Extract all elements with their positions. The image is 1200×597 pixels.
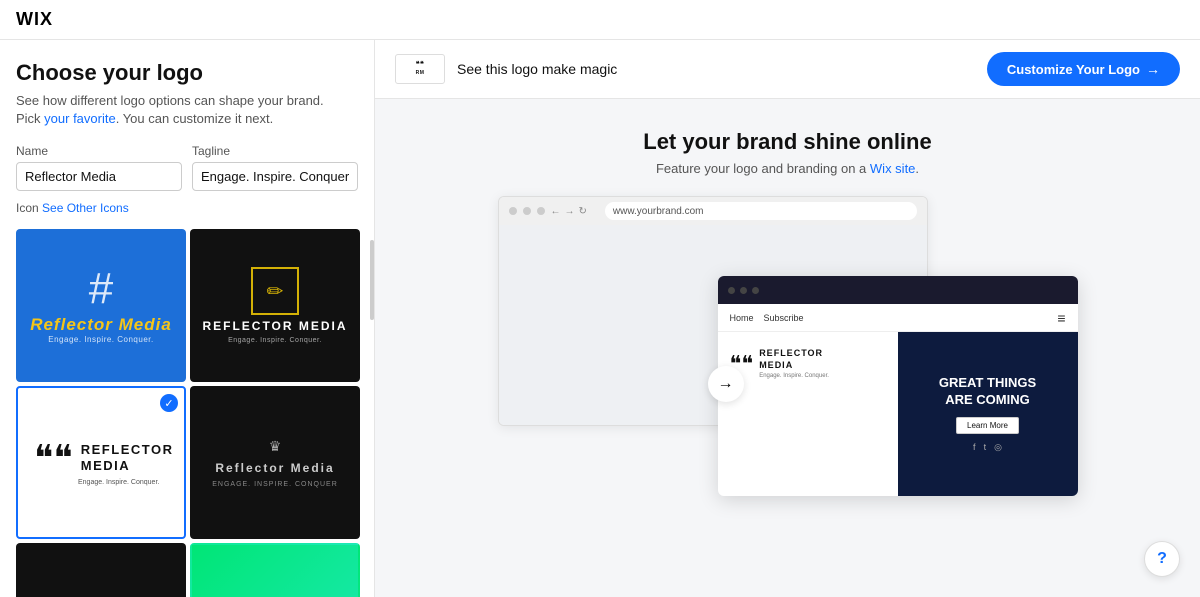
page-title: Choose your logo [16, 60, 358, 86]
website-headline: GREAT THINGS ARE COMING [939, 375, 1036, 409]
see-other-icons-link[interactable]: See Other Icons [42, 201, 129, 215]
back-icon[interactable]: ← [551, 206, 561, 217]
browser-mockup-container: ← → ↻ www.yourbrand.com → [498, 196, 1078, 536]
headline-line1: GREAT THINGS [939, 375, 1036, 390]
card2-tagline: Engage. Inspire. Conquer. [228, 337, 322, 344]
tagline-group: Tagline [192, 144, 358, 191]
card2-icon [251, 267, 299, 315]
tagline-input[interactable] [192, 162, 358, 191]
brand-subline-text1: Feature your logo and branding on a [656, 161, 870, 176]
icon-row: Icon See Other Icons [16, 201, 358, 215]
customize-logo-button[interactable]: Customize Your Logo → [987, 52, 1180, 86]
website-nav-links: Home Subscribe [730, 313, 804, 323]
nav-subscribe[interactable]: Subscribe [764, 313, 804, 323]
main-layout: Choose your logo See how different logo … [0, 40, 1200, 597]
card3-quote-icon: ❝❝ [34, 440, 73, 476]
headline-line2: ARE COMING [945, 392, 1030, 407]
subtitle-text-3: . You can customize it next. [116, 111, 274, 126]
card1-tagline: Engage. Inspire. Conquer. [48, 335, 153, 344]
logo-card-1[interactable]: # Reflector Media Engage. Inspire. Conqu… [16, 229, 186, 382]
name-label: Name [16, 144, 182, 158]
arrow-right-circle: → [708, 366, 744, 402]
social-twitter-icon[interactable]: t [984, 442, 987, 453]
browser-dot-2 [523, 207, 531, 215]
hamburger-icon[interactable]: ≡ [1057, 310, 1065, 326]
wix-logo[interactable]: WIX [16, 9, 53, 30]
browser-address-bar[interactable]: www.yourbrand.com [605, 202, 917, 220]
browser-toolbar: ← → ↻ www.yourbrand.com [499, 197, 927, 225]
subtitle-text-2: Pick [16, 111, 44, 126]
logo-card-4[interactable]: ♛ Reflector Media ENGAGE. INSPIRE. CONQU… [190, 386, 360, 539]
browser-dot-1 [509, 207, 517, 215]
top-bar-text: See this logo make magic [457, 61, 617, 77]
logo-card-3[interactable]: ✓ ❝❝ REFLECTORMEDIA Engage. Inspire. Con… [16, 386, 186, 539]
subtitle: See how different logo options can shape… [16, 92, 358, 128]
scrollbar[interactable] [370, 240, 374, 320]
card1-icon: # [89, 267, 113, 311]
top-bar: ❝❝RM See this logo make magic Customize … [375, 40, 1200, 99]
card4-tagline: ENGAGE. INSPIRE. CONQUER [212, 481, 338, 488]
logo-card-6[interactable]: Reflector Media [190, 543, 360, 597]
name-input[interactable] [16, 162, 182, 191]
customize-btn-label: Customize Your Logo [1007, 62, 1140, 77]
top-bar-left: ❝❝RM See this logo make magic [395, 54, 617, 84]
wix-site-link[interactable]: Wix site [870, 161, 916, 176]
address-text: www.yourbrand.com [613, 206, 704, 217]
your-favorite-link[interactable]: your favorite [44, 111, 116, 126]
subtitle-text-1: See how different logo options can shape… [16, 93, 324, 108]
card3-tagline: Engage. Inspire. Conquer. [78, 479, 159, 486]
website-brand-container: REFLECTORMEDIA Engage. Inspire. Conquer. [759, 348, 829, 379]
forward-icon[interactable]: → [565, 206, 575, 217]
logo-card-2[interactable]: REFLECTOR MEDIA Engage. Inspire. Conquer… [190, 229, 360, 382]
tagline-label: Tagline [192, 144, 358, 158]
card3-check: ✓ [160, 394, 178, 412]
website-right: GREAT THINGS ARE COMING Learn More f t ◎ [898, 332, 1078, 496]
card1-brand: Reflector Media [30, 315, 172, 335]
customize-btn-arrow: → [1146, 61, 1160, 77]
left-panel: Choose your logo See how different logo … [0, 40, 375, 597]
nav-home[interactable]: Home [730, 313, 754, 323]
social-instagram-icon[interactable]: ◎ [994, 442, 1002, 453]
help-button[interactable]: ? [1144, 541, 1180, 577]
form-row: Name Tagline [16, 144, 358, 191]
brand-subline: Feature your logo and branding on a Wix … [656, 161, 919, 176]
card3-brand-container: REFLECTORMEDIA [81, 442, 174, 473]
card3-inner: ❝❝ REFLECTORMEDIA [34, 440, 173, 476]
browser-nav-icons: ← → ↻ [551, 206, 587, 217]
website-cta-button[interactable]: Learn More [956, 417, 1019, 434]
card2-brand: REFLECTOR MEDIA [202, 319, 347, 333]
website-social: f t ◎ [973, 442, 1002, 453]
website-left: ❝❝ REFLECTORMEDIA Engage. Inspire. Conqu… [718, 332, 898, 496]
right-content: Let your brand shine online Feature your… [375, 99, 1200, 597]
header: WIX [0, 0, 1200, 40]
website-brand-tagline: Engage. Inspire. Conquer. [759, 373, 829, 379]
logo-card-5[interactable]: REFLECTOR MEDIA [16, 543, 186, 597]
website-mockup: Home Subscribe ≡ ❝❝ REFLECTORMEDIA Engag… [718, 276, 1078, 496]
brand-subline-text2: . [915, 161, 919, 176]
website-nav: Home Subscribe ≡ [718, 304, 1078, 332]
card3-brand: REFLECTORMEDIA [81, 442, 174, 473]
browser-dot-3 [537, 207, 545, 215]
website-dot-1 [728, 287, 735, 294]
website-dot-3 [752, 287, 759, 294]
brand-headline: Let your brand shine online [643, 129, 931, 155]
website-logo-area: ❝❝ REFLECTORMEDIA Engage. Inspire. Conqu… [730, 348, 886, 379]
website-toolbar [718, 276, 1078, 304]
social-facebook-icon[interactable]: f [973, 442, 976, 453]
icon-text: Icon [16, 201, 42, 215]
refresh-icon[interactable]: ↻ [579, 206, 587, 217]
preview-logo-small: ❝❝RM [395, 54, 445, 84]
website-brand-name: REFLECTORMEDIA [759, 348, 829, 371]
website-body: ❝❝ REFLECTORMEDIA Engage. Inspire. Conqu… [718, 332, 1078, 496]
logo-grid: # Reflector Media Engage. Inspire. Conqu… [16, 229, 358, 597]
card4-brand: Reflector Media [215, 461, 334, 475]
right-panel: ❝❝RM See this logo make magic Customize … [375, 40, 1200, 597]
website-dot-2 [740, 287, 747, 294]
name-group: Name [16, 144, 182, 191]
card4-crown-icon: ♛ [269, 438, 282, 455]
